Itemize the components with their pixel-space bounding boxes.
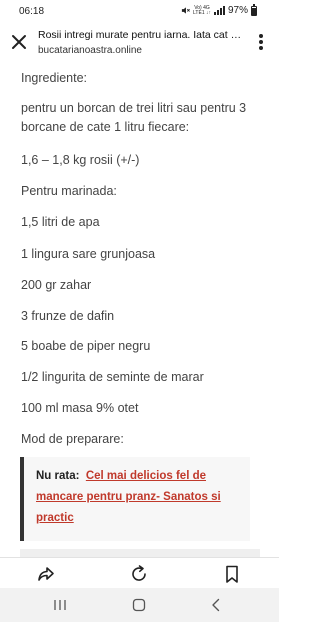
more-vert-icon[interactable] xyxy=(251,31,271,53)
paragraph: 1 lingura sare grunjoasa xyxy=(21,247,156,261)
page-title: Rosii intregi murate pentru iarna. Iata … xyxy=(38,29,244,41)
signal-icon xyxy=(213,6,225,15)
paragraph: 1/2 lingurita de seminte de marar xyxy=(21,370,204,384)
article-content: Ingrediente: pentru un borcan de trei li… xyxy=(0,61,279,557)
network-label-bottom: LTE1 ↓↑ xyxy=(193,9,211,16)
quote-text: Nu rata: Cel mai delicios fel de mancare… xyxy=(36,466,236,529)
paragraph: 1,6 – 1,8 kg rosii (+/-) xyxy=(21,153,140,167)
mute-icon xyxy=(181,7,190,14)
back-icon[interactable] xyxy=(207,597,225,613)
refresh-icon[interactable] xyxy=(128,563,150,585)
status-indicators: Vo) 4G LTE1 ↓↑ 97% xyxy=(181,3,257,16)
page-title-block[interactable]: Rosii intregi murate pentru iarna. Iata … xyxy=(38,29,244,57)
custom-tab-header: Rosii intregi murate pentru iarna. Iata … xyxy=(0,24,279,61)
quote-prefix: Nu rata: xyxy=(36,470,80,482)
system-navigation-bar xyxy=(0,588,279,622)
battery-icon xyxy=(251,3,257,16)
recents-icon[interactable] xyxy=(51,597,69,613)
page-domain: bucatarianoastra.online xyxy=(38,45,142,56)
paragraph: Mod de preparare: xyxy=(21,432,124,446)
bookmark-icon[interactable] xyxy=(221,563,243,585)
close-icon[interactable] xyxy=(8,31,30,53)
home-icon[interactable] xyxy=(130,597,148,613)
paragraph: 5 boabe de piper negru xyxy=(21,339,151,353)
content-divider xyxy=(20,549,260,557)
status-bar: 06:18 Vo) 4G LTE1 ↓↑ 97% xyxy=(0,0,279,24)
paragraph: pentru un borcan de trei litri sau pentr… xyxy=(21,101,247,134)
paragraph: 1,5 litri de apa xyxy=(21,215,100,229)
paragraph: 100 ml masa 9% otet xyxy=(21,401,139,415)
browser-toolbar xyxy=(0,557,279,589)
paragraph: 200 gr zahar xyxy=(21,278,92,292)
paragraph: Ingrediente: xyxy=(21,71,88,85)
share-icon[interactable] xyxy=(35,563,57,585)
paragraph: 3 frunze de dafin xyxy=(21,309,115,323)
paragraph: Pentru marinada: xyxy=(21,184,117,198)
network-label: Vo) 4G LTE1 ↓↑ xyxy=(193,5,211,16)
battery-percent: 97% xyxy=(227,5,248,16)
related-article-quote: Nu rata: Cel mai delicios fel de mancare… xyxy=(20,457,250,541)
status-time: 06:18 xyxy=(19,6,45,17)
